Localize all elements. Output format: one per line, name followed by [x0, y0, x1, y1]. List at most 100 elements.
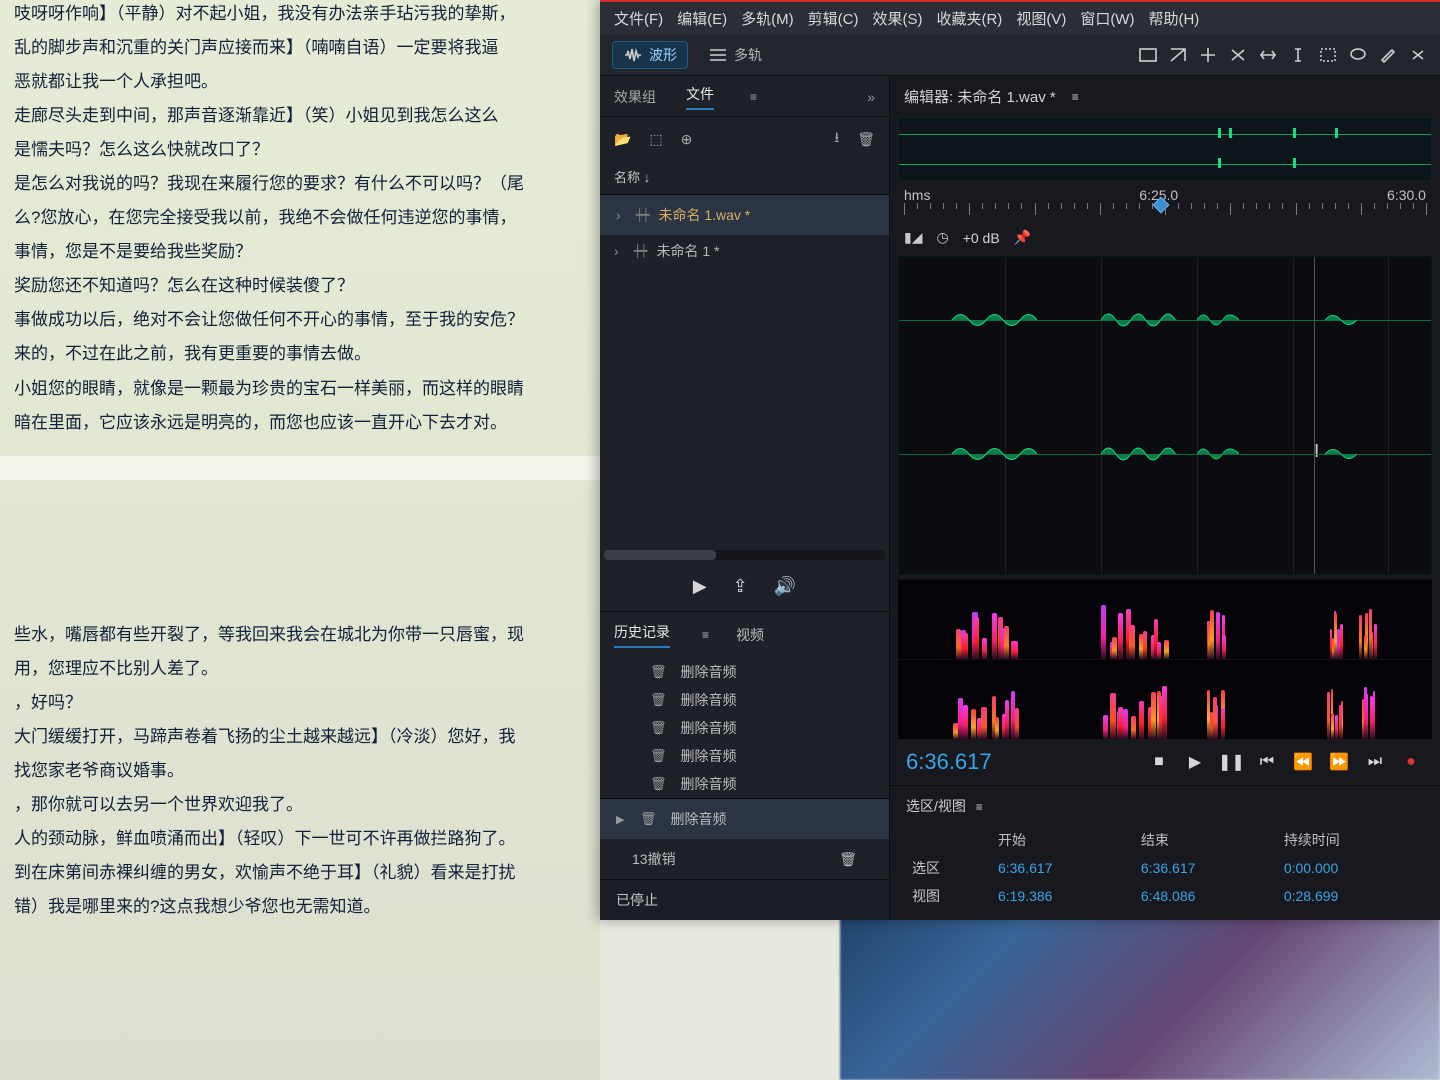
doc-line: 是怎么对我说的吗？我现在来履行您的要求？有什么不可以吗？（尾: [14, 170, 586, 198]
menu-file[interactable]: 文件(F): [614, 8, 663, 29]
menu-edit[interactable]: 编辑(E): [677, 8, 727, 29]
play-button[interactable]: ▶: [1182, 752, 1208, 772]
panel-menu-icon[interactable]: ≡: [1072, 90, 1080, 104]
editor-panel: 编辑器: 未命名 1.wav * ≡ hms 6:25.0 6:30.0 ▮◢ …: [890, 76, 1440, 920]
panel-collapse-icon[interactable]: »: [867, 89, 875, 105]
trash-icon: 🗑: [650, 664, 667, 680]
mode-waveform[interactable]: 波形: [612, 41, 688, 69]
go-start-button[interactable]: ⏮: [1254, 753, 1280, 771]
history-item[interactable]: ▶🗑删除音频: [600, 798, 889, 839]
doc-line: 人的颈动脉，鲜血喷涌而出】（轻叹）下一世可不许再做拦路狗了。: [14, 825, 586, 853]
new-file-icon[interactable]: ⊕: [681, 131, 693, 148]
tool-spectral-icon[interactable]: [1138, 46, 1158, 64]
view-row: 视图 6:19.386 6:48.086 0:28.699: [906, 882, 1424, 910]
history-item[interactable]: 🗑删除音频: [600, 770, 889, 798]
column-name[interactable]: 名称 ↓: [600, 161, 889, 192]
view-end[interactable]: 6:48.086: [1135, 882, 1278, 910]
forward-button[interactable]: ⏩: [1326, 752, 1352, 772]
menu-multitrack[interactable]: 多轨(M): [741, 8, 794, 29]
menu-window[interactable]: 窗口(W): [1080, 8, 1134, 29]
preview-play-icon[interactable]: ▶: [693, 576, 707, 597]
history-item-label: 删除音频: [681, 774, 737, 794]
menu-effects[interactable]: 效果(S): [872, 8, 922, 29]
record-button[interactable]: ●: [1398, 753, 1424, 771]
file-item[interactable]: › ┿┿ 未命名 1 *: [600, 235, 889, 267]
history-item-label: 删除音频: [681, 718, 737, 738]
view-dur[interactable]: 0:28.699: [1278, 882, 1424, 910]
tool-time-select-icon[interactable]: [1288, 46, 1308, 64]
preview-loop-icon[interactable]: ⇪: [733, 576, 748, 597]
history-item[interactable]: 🗑删除音频: [600, 742, 889, 770]
pause-button[interactable]: ❚❚: [1218, 752, 1244, 772]
tool-brush-icon[interactable]: [1378, 46, 1398, 64]
menu-view[interactable]: 视图(V): [1016, 8, 1066, 29]
open-file-icon[interactable]: 📂: [614, 131, 631, 148]
tool-pitch-icon[interactable]: [1168, 46, 1188, 64]
go-end-button[interactable]: ⏭: [1362, 753, 1388, 771]
expand-icon[interactable]: ›: [614, 243, 624, 259]
tab-effects-rack[interactable]: 效果组: [614, 87, 656, 107]
history-item[interactable]: 🗑删除音频: [600, 714, 889, 742]
panel-menu-icon[interactable]: ≡: [750, 90, 758, 104]
file-item[interactable]: › ┿┿ 未命名 1.wav *: [600, 194, 889, 235]
view-start[interactable]: 6:19.386: [992, 882, 1135, 910]
multitrack-icon: [708, 46, 728, 64]
tab-files[interactable]: 文件: [686, 84, 714, 110]
undo-count: 13撤销: [632, 849, 676, 869]
rewind-button[interactable]: ⏪: [1290, 752, 1316, 772]
tab-video[interactable]: 视频: [736, 625, 764, 645]
sel-dur[interactable]: 0:00.000: [1278, 854, 1424, 882]
tool-razor-icon[interactable]: [1228, 46, 1248, 64]
doc-line: 到在床第间赤裸纠缠的男女，欢愉声不绝于耳】（礼貌）看来是打扰: [14, 859, 586, 887]
left-panel: 效果组 文件 ≡ » 📂 ⬚ ⊕ ⭳ 🗑 名称 ↓ › ┿┿ 未命名 1.wav…: [600, 76, 890, 920]
expand-icon[interactable]: ›: [616, 207, 626, 223]
clock-icon[interactable]: ◷: [936, 229, 948, 246]
trash-icon[interactable]: 🗑: [857, 131, 875, 148]
selection-view-panel: 选区/视图 ≡ 开始 结束 持续时间 选区 6:36.617 6:36.617 …: [890, 785, 1440, 920]
file-toolbar: 📂 ⬚ ⊕ ⭳ 🗑: [600, 117, 889, 161]
spectrogram-display[interactable]: [898, 579, 1432, 739]
tab-history[interactable]: 历史记录: [614, 622, 670, 648]
tool-slip-icon[interactable]: [1258, 46, 1278, 64]
history-panel: 历史记录 ≡ 视频 🗑删除音频 🗑删除音频 🗑删除音频 🗑删除音频 🗑删除音频 …: [600, 611, 889, 879]
file-panel-scrollbar[interactable]: [604, 550, 885, 560]
pin-icon[interactable]: 📌: [1014, 229, 1031, 246]
history-item[interactable]: 🗑删除音频: [600, 658, 889, 686]
panel-menu-icon[interactable]: ≡: [702, 628, 710, 642]
gain-value[interactable]: +0 dB: [963, 230, 1000, 246]
doc-line: 乱的脚步声和沉重的关门声应接而来】（喃喃自语）一定要将我逼: [14, 34, 586, 62]
tool-move-icon[interactable]: [1198, 46, 1218, 64]
mode-multitrack-label: 多轨: [734, 45, 762, 65]
doc-line: 找您家老爷商议婚事。: [14, 757, 586, 785]
sel-start[interactable]: 6:36.617: [992, 854, 1135, 882]
stop-button[interactable]: ■: [1146, 753, 1172, 771]
record-icon[interactable]: ⬚: [649, 131, 662, 148]
waveform-display[interactable]: Ⅰ: [898, 256, 1432, 575]
trash-icon: 🗑: [640, 811, 657, 827]
menu-favorites[interactable]: 收藏夹(R): [936, 8, 1002, 29]
history-item[interactable]: 🗑删除音频: [600, 686, 889, 714]
history-list: 🗑删除音频 🗑删除音频 🗑删除音频 🗑删除音频 🗑删除音频 ▶🗑删除音频: [600, 658, 889, 839]
menu-clip[interactable]: 剪辑(C): [808, 8, 859, 29]
row-label: 选区: [906, 854, 992, 882]
mode-multitrack[interactable]: 多轨: [698, 42, 772, 68]
doc-line: 用，您理应不比别人差了。: [14, 655, 586, 683]
volume-meter-icon[interactable]: ▮◢: [904, 229, 922, 246]
status-bar: 已停止: [600, 879, 889, 920]
sel-end[interactable]: 6:36.617: [1135, 854, 1278, 882]
doc-line: 小姐您的眼睛，就像是一颗最为珍贵的宝石一样美丽，而这样的眼睛: [14, 375, 586, 403]
clear-history-icon[interactable]: 🗑: [839, 851, 857, 868]
menu-help[interactable]: 帮助(H): [1148, 8, 1199, 29]
overview-waveform[interactable]: [898, 117, 1432, 181]
panel-menu-icon[interactable]: ≡: [976, 800, 984, 814]
tool-heal-icon[interactable]: [1408, 46, 1428, 64]
transport-bar: 6:36.617 ■ ▶ ❚❚ ⏮ ⏪ ⏩ ⏭ ●: [890, 739, 1440, 785]
import-icon[interactable]: ⭳: [834, 127, 839, 151]
doc-line: 暗在里面，它应该永远是明亮的，而您也应该一直开心下去才对。: [14, 409, 586, 437]
tool-lasso-icon[interactable]: [1348, 46, 1368, 64]
ruler-ticks[interactable]: [904, 203, 1426, 223]
preview-autoplay-icon[interactable]: 🔊: [774, 576, 796, 597]
tool-marquee-icon[interactable]: [1318, 46, 1338, 64]
selection-table: 开始 结束 持续时间 选区 6:36.617 6:36.617 0:00.000…: [906, 826, 1424, 910]
timecode: 6:36.617: [906, 749, 992, 775]
